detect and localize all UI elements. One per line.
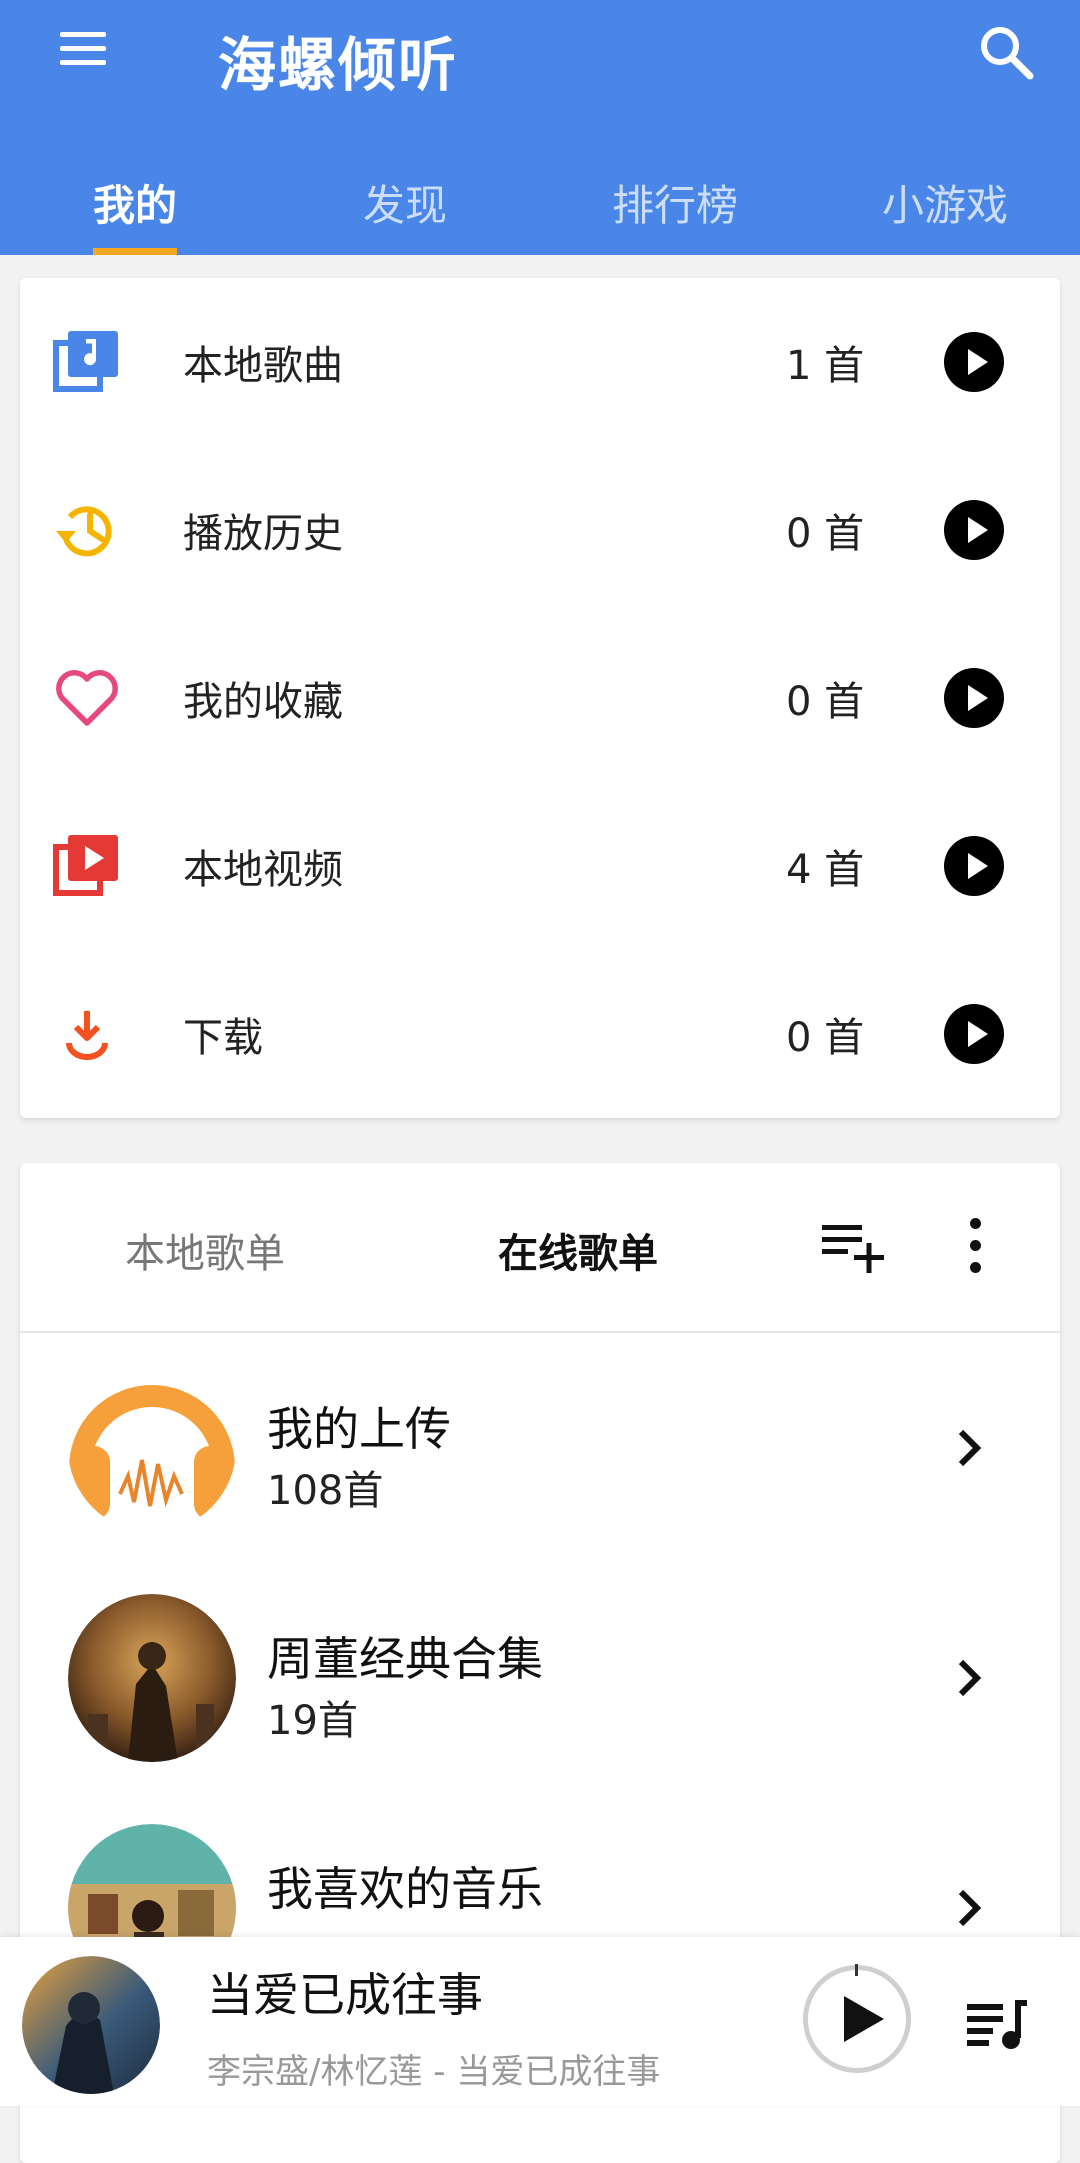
play-history-button[interactable]: [944, 500, 1004, 560]
chevron-right-icon: [955, 1656, 985, 1700]
library-card: 本地歌曲 1 首 播放历史 0 首 我的收藏 0 首 本地视频 4 首 下载 0…: [20, 278, 1060, 1118]
library-item-play-history[interactable]: 播放历史 0 首: [20, 446, 1060, 614]
search-icon[interactable]: [976, 22, 1036, 82]
library-item-count: 1 首: [786, 343, 865, 389]
playlist-item-my-uploads[interactable]: 我的上传 108首: [20, 1333, 1060, 1563]
playlist-queue-icon[interactable]: [965, 1992, 1029, 2052]
heart-icon: [52, 663, 122, 733]
app-title: 海螺倾听: [218, 31, 459, 99]
tab-charts[interactable]: 排行榜: [540, 160, 810, 255]
library-item-label: 下载: [183, 1015, 263, 1061]
chevron-right-icon: [955, 1426, 985, 1470]
library-item-label: 我的收藏: [183, 679, 343, 725]
playlist-name: 我的上传: [267, 1402, 451, 1456]
library-item-local-videos[interactable]: 本地视频 4 首: [20, 782, 1060, 950]
now-playing-title: 当爱已成往事: [207, 1968, 483, 2022]
playlist-tabs: 本地歌单 在线歌单: [20, 1163, 1060, 1333]
library-item-label: 本地歌曲: [183, 343, 343, 389]
library-item-count: 4 首: [786, 847, 865, 893]
library-item-count: 0 首: [786, 679, 865, 725]
library-item-count: 0 首: [786, 1015, 865, 1061]
library-item-label: 本地视频: [183, 847, 343, 893]
tab-mine[interactable]: 我的: [0, 160, 270, 255]
playlist-name: 周董经典合集: [267, 1632, 543, 1686]
chevron-right-icon: [955, 1886, 985, 1930]
video-library-icon: [52, 831, 122, 901]
playlist-item-jay-classics[interactable]: 周董经典合集 19首: [20, 1563, 1060, 1793]
play-favorites-button[interactable]: [944, 668, 1004, 728]
playlist-count: 108首: [267, 1468, 384, 1514]
add-playlist-icon[interactable]: [820, 1215, 890, 1275]
library-item-local-songs[interactable]: 本地歌曲 1 首: [20, 278, 1060, 446]
album-cover-image: [68, 1594, 236, 1762]
download-icon: [52, 999, 122, 1069]
tab-online-playlists[interactable]: 在线歌单: [498, 1221, 658, 1279]
tab-discover[interactable]: 发现: [270, 160, 540, 255]
tab-local-playlists[interactable]: 本地歌单: [125, 1221, 285, 1279]
now-playing-artist: 李宗盛/林忆莲 - 当爱已成往事: [207, 2052, 661, 2092]
library-item-favorites[interactable]: 我的收藏 0 首: [20, 614, 1060, 782]
main-tabs: 我的 发现 排行榜 小游戏: [0, 160, 1080, 255]
play-pause-button[interactable]: [803, 1964, 911, 2073]
headphones-cover-icon: [68, 1364, 236, 1532]
app-bar: 海螺倾听 我的 发现 排行榜 小游戏: [0, 0, 1080, 255]
menu-icon[interactable]: [60, 32, 106, 72]
mini-player[interactable]: 当爱已成往事 李宗盛/林忆莲 - 当爱已成往事: [0, 1937, 1080, 2106]
library-item-downloads[interactable]: 下载 0 首: [20, 950, 1060, 1118]
more-options-icon[interactable]: [965, 1218, 985, 1278]
play-downloads-button[interactable]: [944, 1004, 1004, 1064]
library-item-label: 播放历史: [183, 511, 343, 557]
history-icon: [52, 495, 122, 565]
play-local-songs-button[interactable]: [944, 332, 1004, 392]
tab-mini-games[interactable]: 小游戏: [810, 160, 1080, 255]
playlist-name: 我喜欢的音乐: [267, 1862, 543, 1916]
playlist-count: 19首: [267, 1698, 358, 1744]
play-local-videos-button[interactable]: [944, 836, 1004, 896]
now-playing-cover: [22, 1956, 160, 2094]
library-item-count: 0 首: [786, 511, 865, 557]
local-music-icon: [52, 327, 122, 397]
